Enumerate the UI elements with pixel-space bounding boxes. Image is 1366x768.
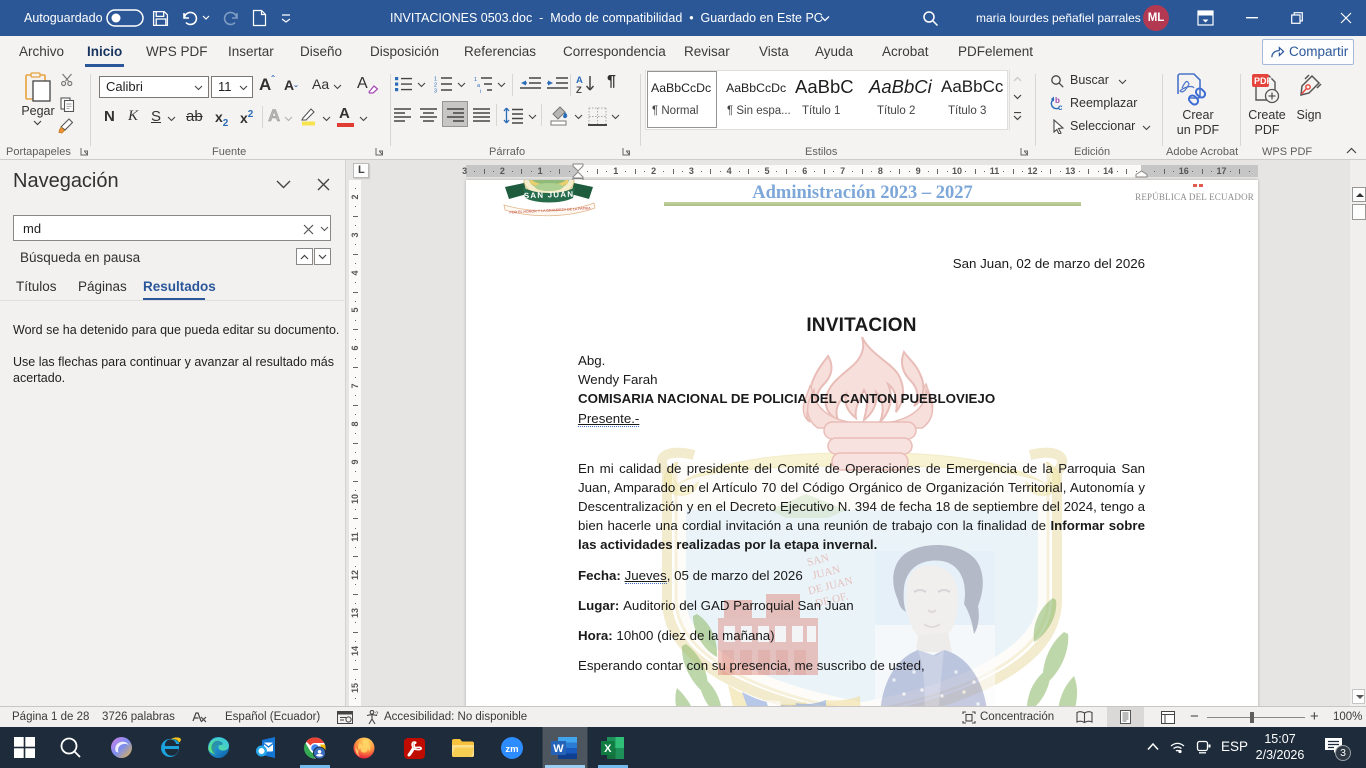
svg-text:zm: zm bbox=[505, 744, 518, 755]
svg-text:X: X bbox=[604, 743, 612, 755]
svg-text:SAN JUAN: SAN JUAN bbox=[524, 190, 575, 201]
svg-text:3: 3 bbox=[434, 89, 437, 94]
svg-text:?: ? bbox=[375, 712, 379, 718]
svg-text:Z: Z bbox=[576, 85, 582, 94]
svg-text:i: i bbox=[480, 89, 481, 93]
svg-text:W: W bbox=[553, 743, 564, 755]
svg-text:c: c bbox=[1058, 103, 1063, 112]
svg-text:PDF: PDF bbox=[1254, 76, 1273, 86]
